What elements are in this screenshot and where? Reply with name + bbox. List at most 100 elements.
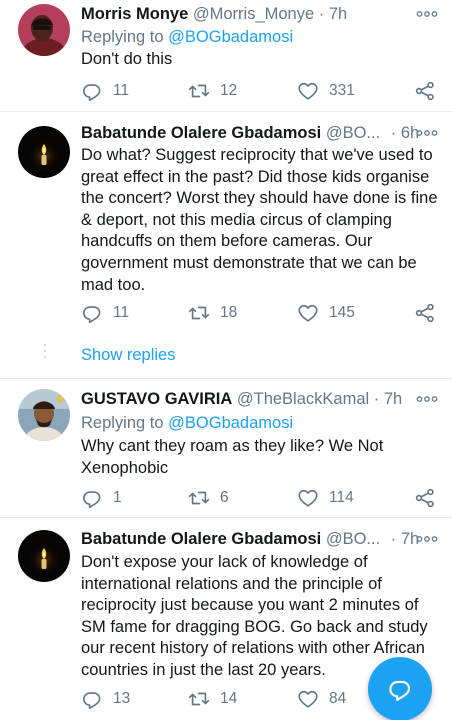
retweet-icon bbox=[188, 302, 210, 324]
tweet-text-line: our recent history of relations with oth… bbox=[81, 639, 425, 658]
replying-to: Replying to @BOGbadamosi bbox=[81, 411, 293, 435]
mention-link[interactable]: @BOGbadamosi bbox=[168, 414, 293, 432]
more-icon[interactable] bbox=[416, 121, 438, 145]
replying-to-label: Replying to bbox=[81, 28, 164, 46]
reply-icon bbox=[81, 302, 103, 324]
like-icon bbox=[297, 302, 319, 324]
timestamp[interactable]: 7h bbox=[384, 390, 402, 408]
tweet-text: Do what? Suggest reciprocity that we've … bbox=[81, 145, 438, 296]
retweet-count: 6 bbox=[220, 489, 229, 506]
user-handle[interactable]: @BO... bbox=[326, 124, 380, 142]
replying-to-label: Replying to bbox=[81, 414, 164, 432]
avatar[interactable] bbox=[18, 4, 70, 56]
retweet-button[interactable]: 6 bbox=[188, 486, 229, 510]
tweet-text-line: Don't do this bbox=[81, 50, 173, 68]
user-handle[interactable]: @TheBlackKamal bbox=[237, 390, 369, 408]
display-name[interactable]: Babatunde Olalere Gbadamosi bbox=[81, 124, 321, 142]
display-name[interactable]: Morris Monye bbox=[81, 5, 188, 23]
retweet-count: 18 bbox=[220, 304, 238, 321]
retweet-icon bbox=[188, 688, 210, 710]
like-count: 114 bbox=[329, 489, 354, 506]
like-count: 84 bbox=[329, 690, 347, 707]
reply-icon bbox=[81, 487, 103, 509]
display-name[interactable]: GUSTAVO GAVIRIA bbox=[81, 390, 232, 408]
avatar[interactable] bbox=[18, 530, 70, 582]
display-name[interactable]: Babatunde Olalere Gbadamosi bbox=[81, 530, 321, 548]
tweet-text-line: great effect in the past? Did those kids… bbox=[81, 167, 430, 186]
like-button[interactable]: 114 bbox=[297, 486, 354, 510]
reply-button[interactable]: 1 bbox=[81, 486, 122, 510]
tweet-actions: 11 18 145 bbox=[81, 301, 441, 325]
tweet-header: Babatunde Olalere Gbadamosi @BO... · 6h bbox=[81, 121, 438, 145]
reply-icon bbox=[81, 688, 103, 710]
retweet-button[interactable]: 12 bbox=[188, 79, 237, 103]
like-icon bbox=[297, 80, 319, 102]
reply-count: 11 bbox=[113, 82, 130, 99]
separator-dot: · bbox=[390, 530, 397, 548]
retweet-button[interactable]: 14 bbox=[188, 687, 237, 711]
reply-count: 11 bbox=[113, 304, 130, 321]
separator-dot: · bbox=[390, 124, 397, 142]
tweet[interactable]: GUSTAVO GAVIRIA @TheBlackKamal · 7h Repl… bbox=[0, 379, 452, 517]
like-icon bbox=[297, 688, 319, 710]
share-icon bbox=[414, 80, 436, 102]
reply-button[interactable]: 13 bbox=[81, 687, 130, 711]
reply-count: 13 bbox=[113, 690, 131, 707]
like-icon bbox=[297, 487, 319, 509]
timestamp[interactable]: 7h bbox=[329, 5, 347, 23]
user-handle[interactable]: @BO... bbox=[326, 530, 380, 548]
thread-dots bbox=[43, 344, 47, 366]
more-icon[interactable] bbox=[416, 2, 438, 26]
tweet-header: Babatunde Olalere Gbadamosi @BO... · 7h bbox=[81, 527, 438, 551]
tweet-text-line: Why cant they roam as they like? We Not bbox=[81, 437, 384, 455]
tweet-text-line: government must demonstrate that we can … bbox=[81, 253, 417, 272]
show-replies-link[interactable]: Show replies bbox=[81, 344, 175, 366]
compose-reply-icon bbox=[389, 680, 411, 702]
share-button[interactable] bbox=[414, 79, 436, 103]
tweet-text-line: handcuffs on them before cameras. Our bbox=[81, 232, 373, 251]
tweet-text-line: & deport, not this media circus of clamp… bbox=[81, 210, 392, 229]
avatar[interactable] bbox=[18, 126, 70, 178]
tweet-header: GUSTAVO GAVIRIA @TheBlackKamal · 7h bbox=[81, 387, 438, 411]
tweet-text-line: international relations and the principl… bbox=[81, 574, 382, 593]
share-button[interactable] bbox=[414, 301, 436, 325]
share-button[interactable] bbox=[414, 486, 436, 510]
reply-icon bbox=[81, 80, 103, 102]
like-count: 331 bbox=[329, 82, 355, 99]
compose-reply-button[interactable] bbox=[368, 657, 432, 720]
tweet-actions: 1 6 114 bbox=[81, 486, 441, 510]
separator-dot: · bbox=[318, 5, 325, 23]
reply-count: 1 bbox=[113, 489, 122, 506]
tweet[interactable]: Morris Monye @Morris_Monye · 7h Replying… bbox=[0, 0, 452, 118]
more-icon[interactable] bbox=[416, 527, 438, 551]
separator-dot: · bbox=[373, 390, 380, 408]
tweet-text-line: reciprocity just because you want 2 minu… bbox=[81, 596, 419, 615]
tweet-text-line: Do what? Suggest reciprocity that we've … bbox=[81, 146, 433, 164]
more-icon[interactable] bbox=[416, 387, 438, 411]
tweet-text-line: mad too. bbox=[81, 275, 146, 294]
share-icon bbox=[414, 487, 436, 509]
like-button[interactable]: 331 bbox=[297, 79, 355, 103]
mention-link[interactable]: @BOGbadamosi bbox=[168, 28, 293, 46]
user-handle[interactable]: @Morris_Monye bbox=[193, 5, 314, 23]
tweet-actions: 11 12 331 bbox=[81, 79, 441, 103]
share-icon bbox=[414, 302, 436, 324]
tweet-text: Don't do this bbox=[81, 49, 436, 71]
retweet-button[interactable]: 18 bbox=[188, 301, 237, 325]
retweet-icon bbox=[188, 487, 210, 509]
retweet-count: 12 bbox=[220, 82, 238, 99]
tweet-text-line: Don't expose your lack of knowledge of bbox=[81, 553, 368, 571]
like-button[interactable]: 145 bbox=[297, 301, 355, 325]
tweet[interactable]: Babatunde Olalere Gbadamosi @BO... · 6h … bbox=[0, 112, 452, 338]
like-button[interactable]: 84 bbox=[297, 687, 346, 711]
retweet-count: 14 bbox=[220, 690, 238, 707]
reply-button[interactable]: 11 bbox=[81, 79, 129, 103]
like-count: 145 bbox=[329, 304, 355, 321]
reply-button[interactable]: 11 bbox=[81, 301, 129, 325]
replying-to: Replying to @BOGbadamosi bbox=[81, 25, 293, 49]
avatar[interactable] bbox=[18, 389, 70, 441]
tweet-text-line: the concert? Worst they should have done… bbox=[81, 189, 438, 208]
retweet-icon bbox=[188, 80, 210, 102]
tweet-text-line: Xenophobic bbox=[81, 458, 169, 477]
tweet-text: Why cant they roam as they like? We Not … bbox=[81, 436, 436, 479]
